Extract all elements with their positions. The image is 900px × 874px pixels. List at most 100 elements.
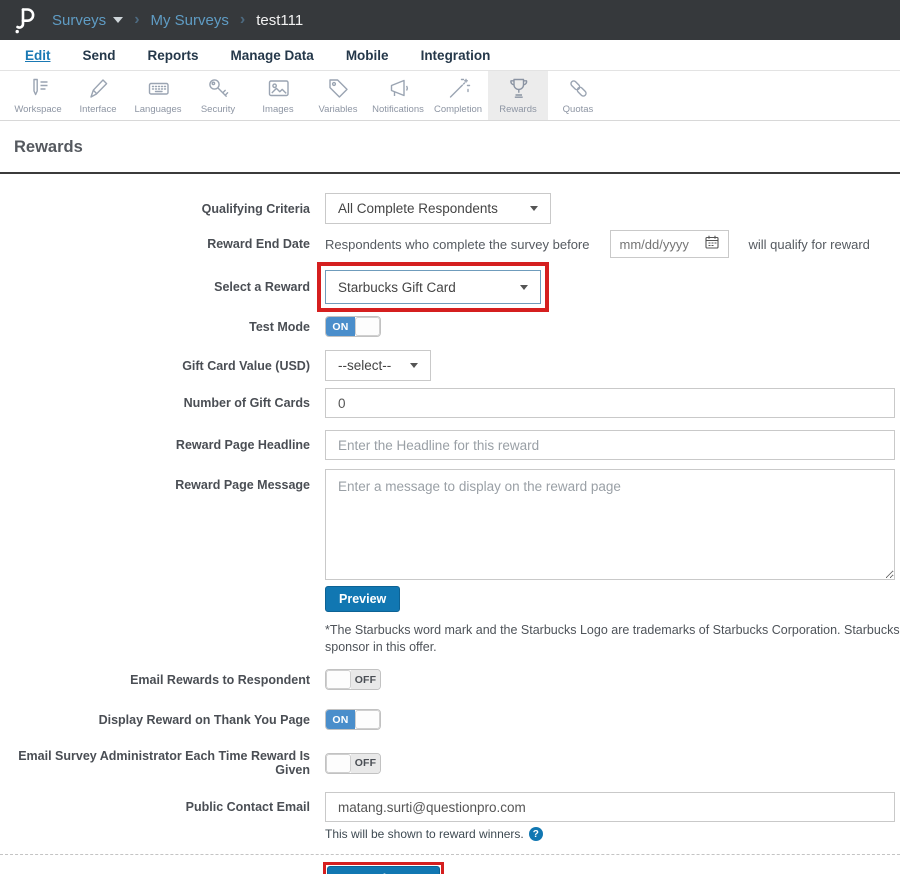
row-test-mode: Test Mode ON bbox=[0, 316, 900, 337]
qualifying-criteria-label: Qualifying Criteria bbox=[0, 202, 310, 216]
save-changes-button[interactable]: Save Changes bbox=[327, 866, 440, 874]
caret-down-icon bbox=[410, 363, 418, 368]
tab-reports[interactable]: Reports bbox=[148, 48, 199, 63]
contact-email-input[interactable] bbox=[325, 792, 895, 822]
key-icon bbox=[206, 76, 231, 101]
row-email-rewards: Email Rewards to Respondent OFF bbox=[0, 669, 900, 690]
end-date-input-wrap bbox=[610, 230, 729, 258]
toolbar-item-security[interactable]: Security bbox=[188, 71, 248, 120]
tab-edit[interactable]: Edit bbox=[25, 48, 51, 63]
display-reward-label: Display Reward on Thank You Page bbox=[0, 713, 310, 727]
toggle-state-label: ON bbox=[326, 317, 355, 336]
end-date-before-text: Respondents who complete the survey befo… bbox=[325, 237, 590, 252]
select-reward-highlight-annotation: Starbucks Gift Card bbox=[317, 262, 549, 312]
breadcrumb-separator: › bbox=[134, 11, 139, 29]
tab-integration[interactable]: Integration bbox=[421, 48, 491, 63]
chevron-down-icon bbox=[113, 17, 123, 23]
row-disclaimer: *The Starbucks word mark and the Starbuc… bbox=[0, 622, 900, 656]
contact-email-label: Public Contact Email bbox=[0, 792, 310, 814]
toggle-knob bbox=[355, 317, 380, 336]
toggle-knob bbox=[326, 670, 351, 689]
row-message: Reward Page Message bbox=[0, 469, 900, 580]
top-header: Surveys › My Surveys › test111 bbox=[0, 0, 900, 40]
toggle-knob bbox=[355, 710, 380, 729]
email-rewards-label: Email Rewards to Respondent bbox=[0, 673, 310, 687]
tab-send[interactable]: Send bbox=[83, 48, 116, 63]
toolbar-item-variables[interactable]: Variables bbox=[308, 71, 368, 120]
toggle-state-label: ON bbox=[326, 710, 355, 729]
qualifying-criteria-select[interactable]: All Complete Respondents bbox=[325, 193, 551, 224]
pen-lines-icon bbox=[26, 76, 51, 101]
select-reward-value: Starbucks Gift Card bbox=[338, 280, 456, 295]
email-admin-toggle[interactable]: OFF bbox=[325, 753, 381, 774]
toolbar-item-completion[interactable]: Completion bbox=[428, 71, 488, 120]
questionpro-logo-icon[interactable] bbox=[14, 6, 38, 34]
row-reward-end-date: Reward End Date Respondents who complete… bbox=[0, 230, 900, 258]
row-display-reward: Display Reward on Thank You Page ON bbox=[0, 709, 900, 730]
num-gift-cards-input[interactable] bbox=[325, 388, 895, 418]
chain-links-icon bbox=[566, 76, 591, 101]
headline-label: Reward Page Headline bbox=[0, 438, 310, 452]
message-textarea[interactable] bbox=[325, 469, 895, 580]
breadcrumb-survey-name: test111 bbox=[256, 12, 303, 29]
save-highlight-annotation: Save Changes bbox=[323, 862, 444, 874]
breadcrumb-separator: › bbox=[240, 11, 245, 29]
magic-wand-icon bbox=[446, 76, 471, 101]
end-date-after-text: will qualify for reward bbox=[749, 237, 870, 252]
edit-icon-toolbar: Workspace Interface Languages Security bbox=[0, 71, 900, 121]
row-preview: Preview bbox=[0, 586, 900, 612]
caret-down-icon bbox=[520, 285, 528, 290]
trophy-icon bbox=[506, 76, 531, 101]
toolbar-item-interface[interactable]: Interface bbox=[68, 71, 128, 120]
breadcrumb-my-surveys[interactable]: My Surveys bbox=[151, 12, 229, 29]
headline-input[interactable] bbox=[325, 430, 895, 460]
toggle-knob bbox=[326, 754, 351, 773]
keyboard-icon bbox=[146, 76, 171, 101]
row-save: Save Changes bbox=[0, 855, 900, 874]
test-mode-label: Test Mode bbox=[0, 320, 310, 334]
main-tab-nav: Edit Send Reports Manage Data Mobile Int… bbox=[0, 40, 900, 71]
contact-email-help: This will be shown to reward winners. ? bbox=[325, 827, 543, 841]
breadcrumb-surveys-label: Surveys bbox=[52, 12, 106, 29]
toolbar-item-quotas[interactable]: Quotas bbox=[548, 71, 608, 120]
email-rewards-toggle[interactable]: OFF bbox=[325, 669, 381, 690]
row-num-gift-cards: Number of Gift Cards bbox=[0, 388, 900, 418]
row-email-admin: Email Survey Administrator Each Time Rew… bbox=[0, 749, 900, 777]
caret-down-icon bbox=[530, 206, 538, 211]
end-date-input[interactable] bbox=[620, 237, 705, 252]
toolbar-item-notifications[interactable]: Notifications bbox=[368, 71, 428, 120]
tab-mobile[interactable]: Mobile bbox=[346, 48, 389, 63]
gift-card-value-select[interactable]: --select-- bbox=[325, 350, 431, 381]
help-icon[interactable]: ? bbox=[529, 827, 543, 841]
rewards-form: Qualifying Criteria All Complete Respond… bbox=[0, 174, 900, 874]
email-admin-label: Email Survey Administrator Each Time Rew… bbox=[0, 749, 310, 777]
toolbar-item-images[interactable]: Images bbox=[248, 71, 308, 120]
starbucks-disclaimer: *The Starbucks word mark and the Starbuc… bbox=[325, 622, 900, 656]
qualifying-criteria-value: All Complete Respondents bbox=[338, 201, 498, 216]
picture-icon bbox=[266, 76, 291, 101]
tab-manage-data[interactable]: Manage Data bbox=[231, 48, 314, 63]
megaphone-icon bbox=[386, 76, 411, 101]
page-title: Rewards bbox=[0, 121, 900, 172]
row-headline: Reward Page Headline bbox=[0, 430, 900, 460]
toolbar-item-workspace[interactable]: Workspace bbox=[8, 71, 68, 120]
brush-icon bbox=[86, 76, 111, 101]
toolbar-item-rewards[interactable]: Rewards bbox=[488, 71, 548, 120]
gift-card-value-label: Gift Card Value (USD) bbox=[0, 359, 310, 373]
message-label: Reward Page Message bbox=[0, 469, 310, 492]
toggle-state-label: OFF bbox=[351, 754, 380, 773]
tag-icon bbox=[326, 76, 351, 101]
breadcrumb-surveys[interactable]: Surveys bbox=[52, 12, 123, 29]
select-reward-select[interactable]: Starbucks Gift Card bbox=[325, 270, 541, 304]
num-gift-cards-label: Number of Gift Cards bbox=[0, 396, 310, 410]
reward-end-date-label: Reward End Date bbox=[0, 237, 310, 251]
preview-button[interactable]: Preview bbox=[325, 586, 400, 612]
toolbar-item-languages[interactable]: Languages bbox=[128, 71, 188, 120]
row-contact-email: Public Contact Email This will be shown … bbox=[0, 792, 900, 841]
row-gift-card-value: Gift Card Value (USD) --select-- bbox=[0, 350, 900, 381]
calendar-icon[interactable] bbox=[705, 235, 719, 254]
toggle-state-label: OFF bbox=[351, 670, 380, 689]
test-mode-toggle[interactable]: ON bbox=[325, 316, 381, 337]
row-qualifying-criteria: Qualifying Criteria All Complete Respond… bbox=[0, 193, 900, 224]
display-reward-toggle[interactable]: ON bbox=[325, 709, 381, 730]
